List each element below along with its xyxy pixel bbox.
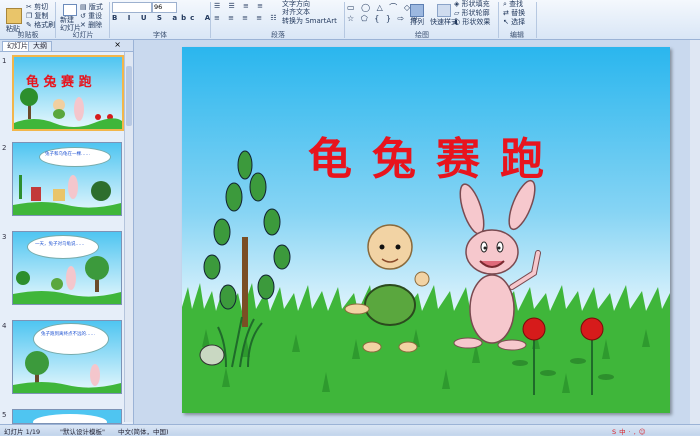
slide-canvas: 龟兔赛跑 [134,40,700,424]
tab-outline[interactable]: 大纲 [28,41,52,51]
close-icon[interactable]: × [114,40,121,49]
copy-icon: ❐ [26,12,33,20]
slide-title[interactable]: 龟兔赛跑 [246,123,626,187]
reset-icon: ↺ [80,12,86,20]
thumb-illustration [13,256,121,304]
replace-icon: ⇄ [503,9,509,17]
format-painter-button[interactable]: ✎ 格式刷 [26,20,55,30]
arrange-button[interactable]: 排列 [410,4,424,27]
thumb-number: 5 [2,411,7,419]
thumb-number: 1 [2,57,7,65]
paragraph-group-label: 段落 [271,31,285,39]
theme-name: "默认设计模板" [60,428,105,436]
current-slide[interactable]: 龟兔赛跑 [182,47,670,413]
ribbon-separator [109,2,110,38]
ribbon-separator [55,2,56,38]
slide-thumbnail-4[interactable]: 兔子跑到离终点不远的…… [12,320,122,394]
smartart-button[interactable]: 转换为 SmartArt [282,16,337,26]
thumb-number: 2 [2,144,7,152]
slides-panel: 幻灯片 大纲 × 1 龟 兔 赛 跑 2 兔子和乌龟在一棵…… 3 一天，兔子对… [0,40,134,424]
outline-icon: ▱ [454,9,460,17]
ribbon-separator [344,2,345,38]
scissors-icon: ✂ [26,3,32,11]
font-group-label: 字体 [153,31,167,39]
paragraph-buttons[interactable]: ☰ ☰ ≡ ≡ [214,2,266,10]
effects-icon: ◐ [454,18,461,26]
slides-group-label: 幻灯片 [72,31,94,39]
font-name-box[interactable] [112,2,152,13]
slide-illustration [182,150,670,413]
delete-icon: ✕ [80,21,86,29]
brush-icon: ✎ [26,21,32,29]
editing-group-label: 编辑 [510,31,524,39]
rock [199,344,225,366]
slide-thumbnail-2[interactable]: 兔子和乌龟在一棵…… [12,142,122,216]
delete-button[interactable]: ✕ 删除 [80,20,102,30]
grass [182,283,670,413]
clipboard-group-label: 剪贴板 [17,31,39,39]
canvas-scrollbar[interactable] [690,40,700,424]
slide-position: 幻灯片 1/19 [4,428,41,436]
new-slide-button[interactable]: 新建 幻灯片 [60,4,81,32]
ribbon-separator [536,2,537,38]
panel-tabs: 幻灯片 大纲 × [0,40,133,52]
slide-thumbnail-5[interactable] [12,409,122,424]
drawing-group-label: 绘图 [415,31,429,39]
slide-thumbnail-1[interactable]: 龟 兔 赛 跑 [12,55,124,131]
font-format-buttons[interactable]: B I U S abc A [112,14,214,22]
new-slide-icon [63,4,77,16]
arrange-icon [410,4,424,17]
font-size-box[interactable]: 96 [152,2,177,13]
language-status: 中文(简体，中国) [118,428,169,436]
quick-styles-icon [437,4,451,17]
thumb-illustration [14,88,122,129]
select-button[interactable]: ↖ 选择 [503,17,525,27]
paste-icon [6,8,22,24]
thumb-illustration [13,351,121,393]
ime-icons[interactable]: S中·,☺ [612,426,649,436]
status-bar: 幻灯片 1/19 "默认设计模板" 中文(简体，中国) S中·,☺ [0,424,700,436]
panel-scrollbar[interactable] [124,52,133,422]
align-buttons[interactable]: ≡ ≡ ≡ ≡ ☷ [214,14,280,22]
fill-icon: ◈ [454,0,460,8]
shapes-gallery-row2[interactable]: ☆ ⬠ { } ⇨ ⊕ [347,14,419,23]
scrollbar-thumb[interactable] [126,66,132,126]
ribbon-separator [210,2,211,38]
ribbon: 粘贴 ✂ 剪切 ❐ 复制 ✎ 格式刷 剪贴板 新建 幻灯片 ▤ 版式 ↺ 重设 … [0,0,700,40]
speech-bubble [33,414,107,423]
shape-effects-button[interactable]: ◐ 形状效果 [454,17,490,27]
thumb-illustration [13,175,121,215]
select-icon: ↖ [503,18,509,26]
thumb-number: 4 [2,322,7,330]
find-icon: ⌕ [503,0,507,8]
layout-icon: ▤ [80,3,87,11]
thumb-number: 3 [2,233,7,241]
slide-thumbnail-3[interactable]: 一天，兔子对乌龟说…… [12,231,122,305]
ribbon-separator [498,2,499,38]
